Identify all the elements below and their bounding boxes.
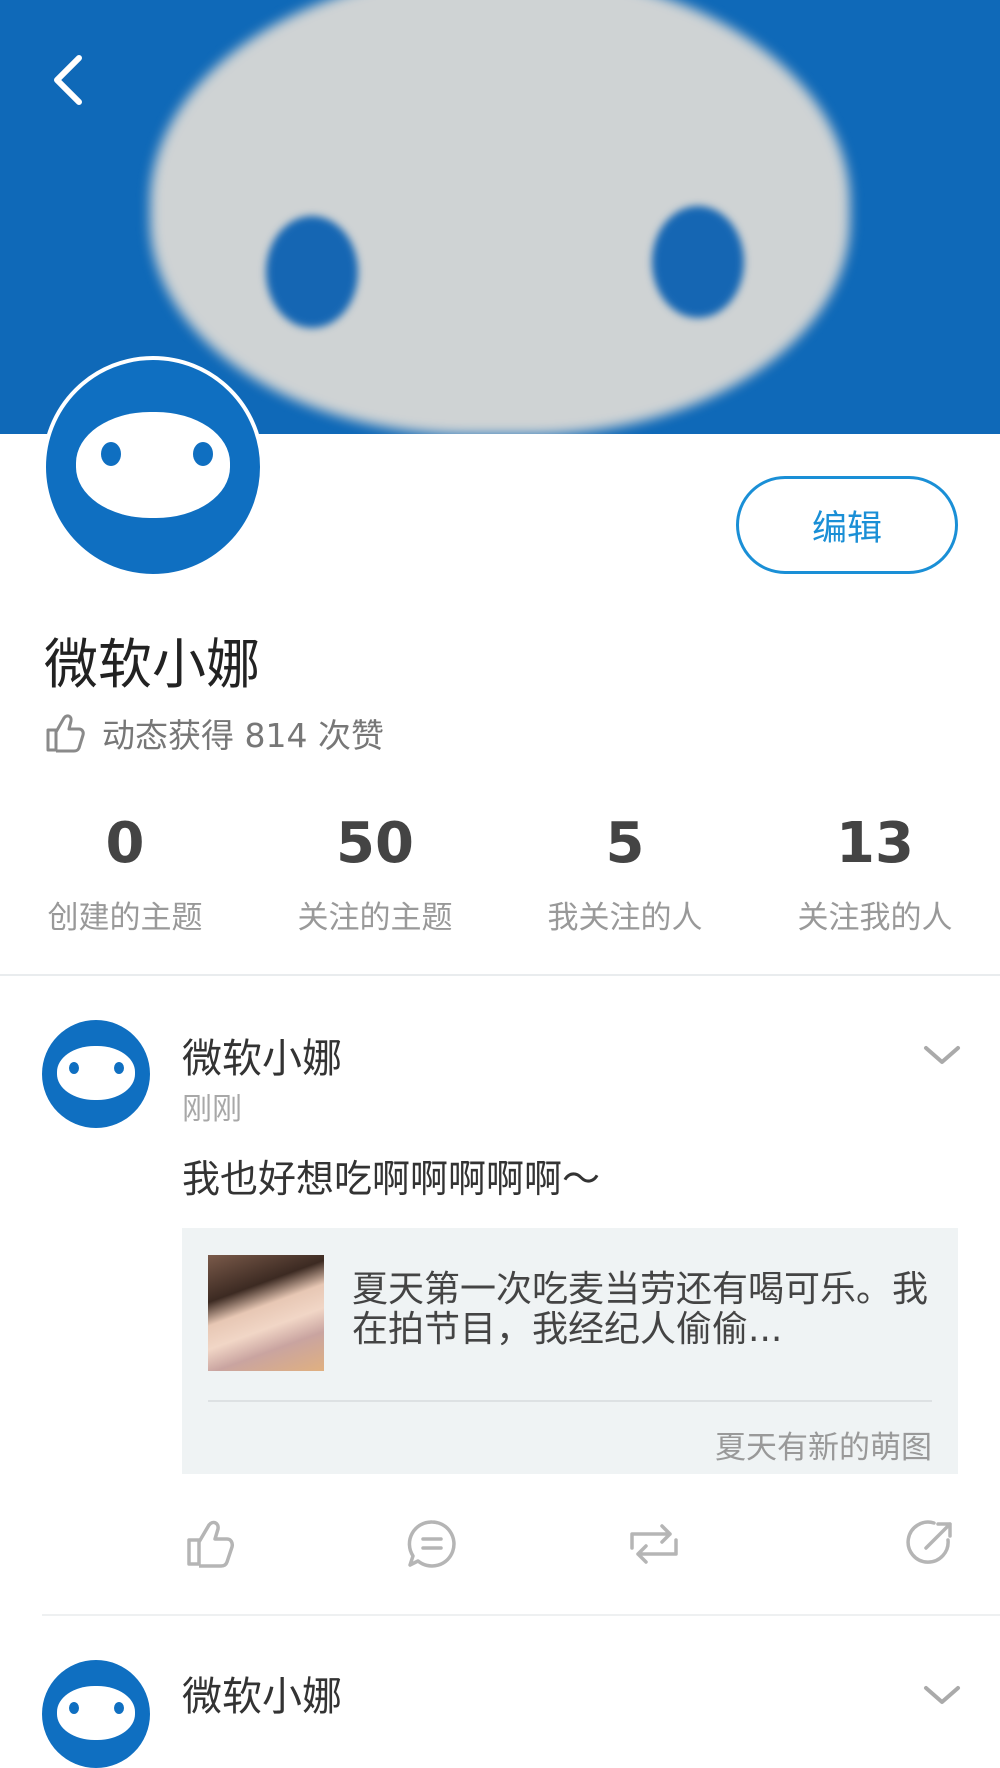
stat-value: 5 — [605, 811, 645, 876]
share-icon — [906, 1520, 952, 1564]
stat-value: 13 — [836, 811, 914, 876]
stat-label: 我关注的人 — [547, 900, 703, 936]
stat-label: 创建的主题 — [47, 900, 203, 936]
stat-followers[interactable]: 13 关注我的人 — [750, 808, 1000, 948]
post-avatar-eye-right — [114, 1062, 124, 1074]
chevron-left-icon — [54, 55, 82, 105]
chevron-down-icon — [924, 1046, 960, 1064]
chevron-down-icon — [924, 1686, 960, 1704]
profile-avatar[interactable] — [42, 356, 264, 578]
cover-robot-face — [150, 0, 850, 434]
post-author[interactable]: 微软小娜 — [182, 1026, 342, 1084]
thumbs-up-icon — [187, 1520, 234, 1568]
cover-eye-right — [652, 206, 744, 318]
stat-label: 关注我的人 — [797, 900, 953, 936]
repost-icon — [630, 1524, 678, 1564]
comment-icon — [407, 1520, 456, 1568]
edit-profile-button[interactable]: 编辑 — [736, 476, 958, 574]
post-author[interactable]: 微软小娜 — [182, 1664, 342, 1722]
stat-following[interactable]: 5 我关注的人 — [500, 808, 750, 948]
post-avatar[interactable] — [42, 1020, 150, 1128]
post-action-bar — [182, 1516, 958, 1572]
repost-button[interactable] — [626, 1516, 682, 1572]
stat-value: 50 — [336, 811, 414, 876]
quoted-post-text: 夏天第一次吃麦当劳还有喝可乐。我在拍节目，我经纪人偷偷... — [352, 1269, 929, 1350]
quoted-post-card[interactable]: 夏天第一次吃麦当劳还有喝可乐。我在拍节目，我经纪人偷偷... 夏天有新的萌图 — [182, 1228, 958, 1474]
stat-followed-topics[interactable]: 50 关注的主题 — [250, 808, 500, 948]
likes-text: 动态获得 814 次赞 — [102, 716, 384, 755]
stat-created-topics[interactable]: 0 创建的主题 — [0, 808, 250, 948]
post-avatar-face — [57, 1046, 135, 1100]
profile-name: 微软小娜 — [44, 633, 260, 696]
post-avatar[interactable] — [42, 1660, 150, 1768]
quoted-post-thumbnail — [208, 1255, 324, 1371]
post-menu-button[interactable] — [920, 1040, 964, 1070]
back-button[interactable] — [40, 48, 96, 112]
likes-summary: 动态获得 814 次赞 — [44, 708, 384, 758]
quote-divider — [208, 1400, 932, 1402]
post-avatar-eye-right — [114, 1702, 124, 1714]
share-button[interactable] — [902, 1516, 958, 1572]
post-text: 我也好想吃啊啊啊啊啊～ — [182, 1157, 601, 1201]
thumbs-up-icon — [46, 714, 85, 753]
avatar-eye-right — [193, 442, 213, 466]
stat-label: 关注的主题 — [297, 900, 453, 936]
stat-value: 0 — [105, 811, 145, 876]
comment-button[interactable] — [404, 1516, 460, 1572]
cover-eye-left — [266, 216, 358, 328]
section-divider — [0, 974, 1000, 976]
post-avatar-eye-left — [69, 1062, 79, 1074]
avatar-eye-left — [101, 442, 121, 466]
post-divider — [42, 1614, 1000, 1616]
post-avatar-eye-left — [69, 1702, 79, 1714]
profile-stats: 0 创建的主题 50 关注的主题 5 我关注的人 13 关注我的人 — [0, 808, 1000, 948]
quoted-post-source[interactable]: 夏天有新的萌图 — [715, 1422, 932, 1467]
like-button[interactable] — [182, 1516, 238, 1572]
post-time: 刚刚 — [182, 1092, 242, 1127]
post-menu-button[interactable] — [920, 1680, 964, 1710]
post-avatar-face — [57, 1686, 135, 1740]
